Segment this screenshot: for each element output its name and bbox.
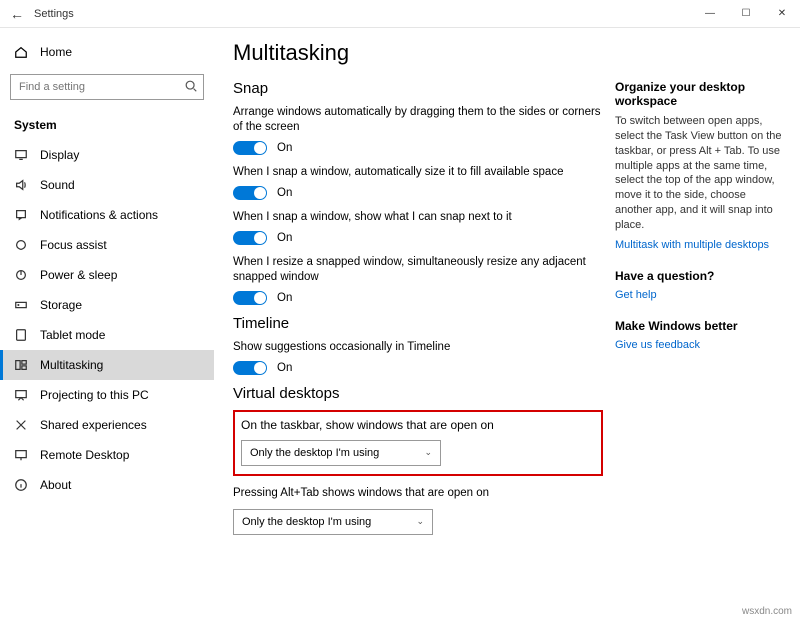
projecting-icon [14, 388, 28, 402]
vd-heading: Virtual desktops [233, 385, 603, 402]
back-button[interactable]: ← [10, 6, 34, 22]
highlighted-setting: On the taskbar, show windows that are op… [233, 410, 603, 476]
nav-notifications[interactable]: Notifications & actions [0, 200, 214, 230]
timeline-opt1-toggle[interactable] [233, 361, 267, 375]
nav-shared-experiences[interactable]: Shared experiences [0, 410, 214, 440]
timeline-opt1-label: Show suggestions occasionally in Timelin… [233, 340, 603, 355]
remote-desktop-icon [14, 448, 28, 462]
vd-taskbar-label: On the taskbar, show windows that are op… [241, 418, 595, 432]
snap-opt3-label: When I snap a window, show what I can sn… [233, 210, 603, 225]
aside-better-link[interactable]: Give us feedback [615, 339, 783, 351]
shared-icon [14, 418, 28, 432]
multitasking-icon [14, 358, 28, 372]
nav-focus-assist[interactable]: Focus assist [0, 230, 214, 260]
page-title: Multitasking [233, 40, 603, 66]
focus-assist-icon [14, 238, 28, 252]
aside: Organize your desktop workspace To switc… [603, 40, 783, 623]
storage-icon [14, 298, 28, 312]
chevron-down-icon: ⌄ [416, 516, 424, 527]
nav-tablet-mode[interactable]: Tablet mode [0, 320, 214, 350]
snap-opt1-toggle[interactable] [233, 141, 267, 155]
about-icon [14, 478, 28, 492]
display-icon [14, 148, 28, 162]
sound-icon [14, 178, 28, 192]
nav-display[interactable]: Display [0, 140, 214, 170]
aside-organize-heading: Organize your desktop workspace [615, 80, 783, 108]
nav-about[interactable]: About [0, 470, 214, 500]
snap-opt2-label: When I snap a window, automatically size… [233, 165, 603, 180]
search-input[interactable] [10, 74, 204, 100]
home-icon [14, 45, 28, 59]
nav-projecting[interactable]: Projecting to this PC [0, 380, 214, 410]
aside-question-heading: Have a question? [615, 269, 783, 283]
aside-better-heading: Make Windows better [615, 319, 783, 333]
watermark: wsxdn.com [742, 606, 792, 617]
window-title: Settings [34, 8, 74, 20]
nav-home[interactable]: Home [0, 36, 214, 68]
vd-alttab-label: Pressing Alt+Tab shows windows that are … [233, 486, 603, 501]
tablet-icon [14, 328, 28, 342]
snap-opt4-label: When I resize a snapped window, simultan… [233, 255, 603, 285]
vd-taskbar-select[interactable]: Only the desktop I'm using ⌄ [241, 440, 441, 466]
nav-remote-desktop[interactable]: Remote Desktop [0, 440, 214, 470]
nav-sound[interactable]: Sound [0, 170, 214, 200]
nav-power-sleep[interactable]: Power & sleep [0, 260, 214, 290]
chevron-down-icon: ⌄ [424, 447, 432, 458]
nav-group-label: System [0, 112, 214, 140]
maximize-button[interactable]: ☐ [728, 0, 764, 28]
content: Multitasking Snap Arrange windows automa… [233, 40, 603, 623]
nav-storage[interactable]: Storage [0, 290, 214, 320]
snap-opt3-toggle[interactable] [233, 231, 267, 245]
titlebar: ← Settings — ☐ ✕ [0, 0, 800, 28]
snap-opt2-toggle[interactable] [233, 186, 267, 200]
power-icon [14, 268, 28, 282]
aside-organize-link[interactable]: Multitask with multiple desktops [615, 239, 783, 251]
aside-organize-body: To switch between open apps, select the … [615, 114, 783, 233]
timeline-heading: Timeline [233, 315, 603, 332]
notifications-icon [14, 208, 28, 222]
nav-multitasking[interactable]: Multitasking [0, 350, 214, 380]
nav-home-label: Home [40, 45, 72, 59]
sidebar: Home System Display Sound Notifications … [0, 28, 215, 623]
search-icon [184, 79, 198, 96]
close-button[interactable]: ✕ [764, 0, 800, 28]
aside-question-link[interactable]: Get help [615, 289, 783, 301]
snap-heading: Snap [233, 80, 603, 97]
vd-alttab-select[interactable]: Only the desktop I'm using ⌄ [233, 509, 433, 535]
snap-opt4-toggle[interactable] [233, 291, 267, 305]
minimize-button[interactable]: — [692, 0, 728, 28]
snap-opt1-label: Arrange windows automatically by draggin… [233, 105, 603, 135]
